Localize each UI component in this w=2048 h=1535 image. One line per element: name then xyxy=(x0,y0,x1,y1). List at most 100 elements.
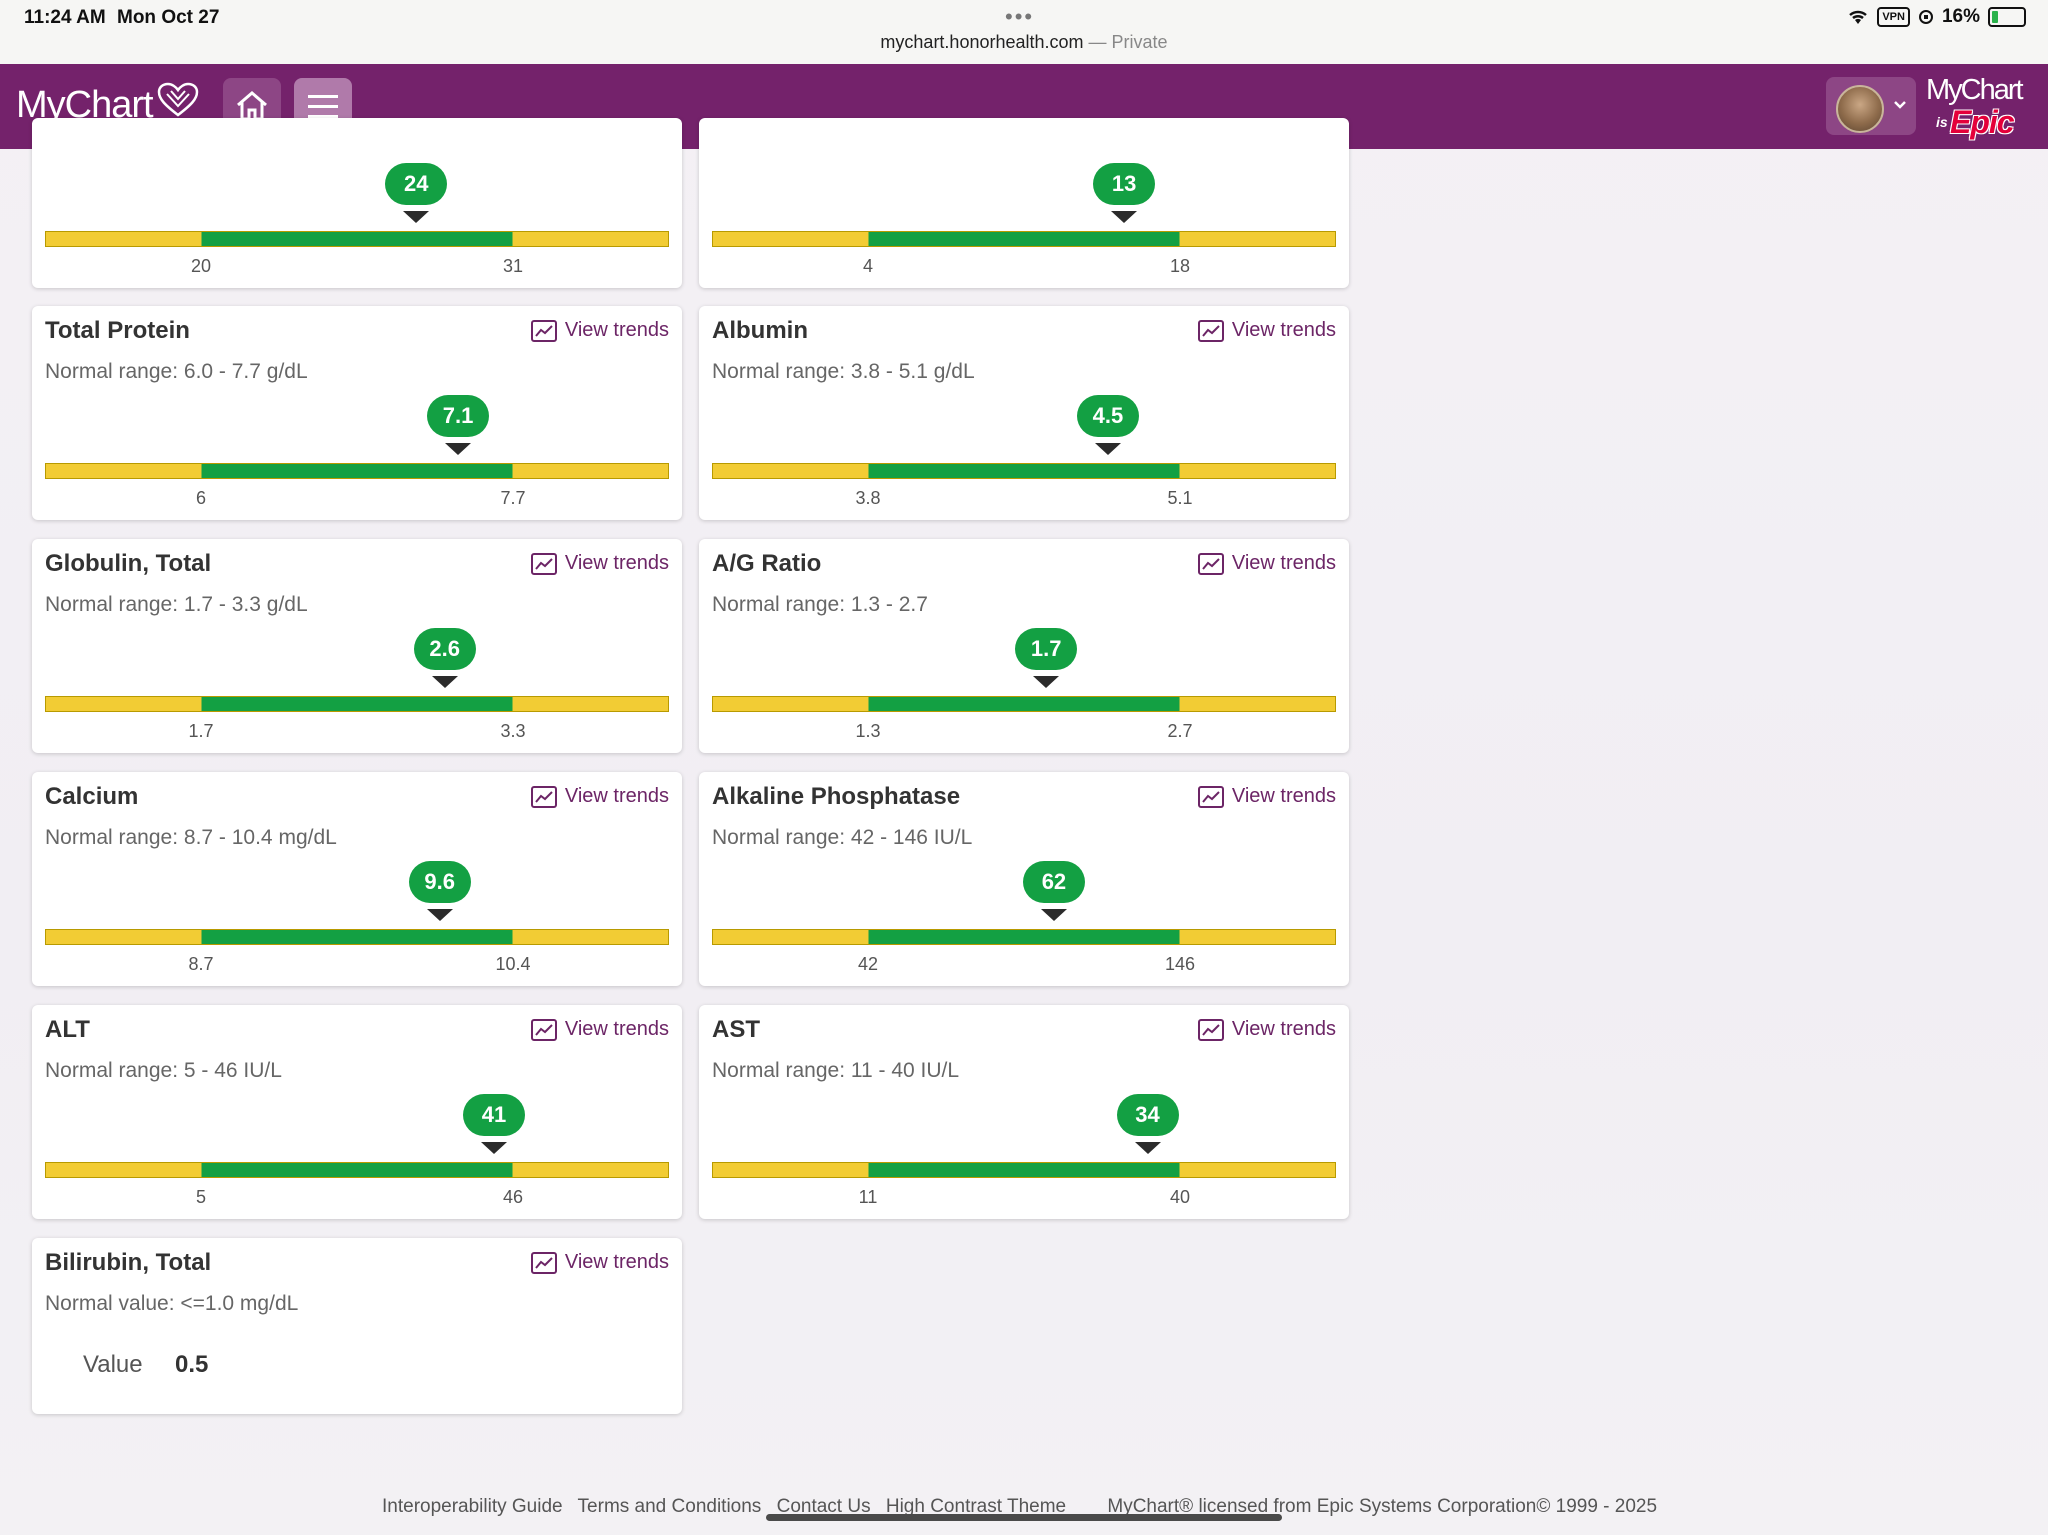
range-low-tick: 20 xyxy=(190,256,212,276)
result-card: Total Protein View trends Normal range: 6.… xyxy=(32,306,682,520)
range-bar xyxy=(712,463,1336,479)
value-marker-arrow xyxy=(480,1142,507,1154)
result-value-bubble: 41 xyxy=(462,1094,525,1136)
result-title: Bilirubin, Total xyxy=(45,1249,212,1276)
view-trends-label: View trends xyxy=(564,1018,669,1040)
result-card: A/G Ratio View trends Normal range: 1.3 - … xyxy=(699,539,1349,753)
view-trends-link[interactable]: View trends xyxy=(1197,552,1336,575)
view-trends-link[interactable]: View trends xyxy=(530,319,669,342)
range-bar xyxy=(45,463,669,479)
result-value: 0.5 xyxy=(175,1351,209,1378)
range-low-tick: 3.8 xyxy=(855,488,881,508)
result-normal-range: Normal range: 1.3 - 2.7 xyxy=(712,593,928,616)
range-bar xyxy=(712,1162,1336,1178)
range-high-tick: 5.1 xyxy=(1167,488,1193,508)
value-marker-arrow xyxy=(1111,211,1138,223)
private-indicator: — Private xyxy=(1088,32,1168,52)
result-normal-range: Normal range: 6.0 - 7.7 g/dL xyxy=(45,360,308,383)
view-trends-link[interactable]: View trends xyxy=(530,785,669,808)
heart-logo-icon xyxy=(157,82,199,117)
range-low-tick: 6 xyxy=(195,488,206,508)
view-trends-link[interactable]: View trends xyxy=(530,1018,669,1041)
result-normal-range: Normal range: 8.7 - 10.4 mg/dL xyxy=(45,826,337,849)
value-marker-arrow xyxy=(1040,909,1067,921)
battery-icon xyxy=(1988,7,2026,27)
view-trends-label: View trends xyxy=(564,552,669,574)
wifi-icon xyxy=(1849,10,1868,24)
result-normal-range: Normal range: 3.8 - 5.1 g/dL xyxy=(712,360,975,383)
trend-chart-icon xyxy=(1197,785,1224,808)
ios-status-bar: 11:24 AM Mon Oct 27 ••• mychart.honorhea… xyxy=(0,0,2048,64)
footer-link-interoperability[interactable]: Interoperability Guide xyxy=(382,1496,563,1517)
result-title: Alkaline Phosphatase xyxy=(712,783,961,810)
result-title: ALT xyxy=(45,1016,90,1043)
range-low-tick: 5 xyxy=(195,1187,206,1207)
view-trends-link[interactable]: View trends xyxy=(1197,1018,1336,1041)
range-high-tick: 10.4 xyxy=(495,954,531,974)
status-time: 11:24 AM xyxy=(24,7,106,28)
value-marker-arrow xyxy=(1134,1142,1161,1154)
result-title: Calcium xyxy=(45,783,139,810)
account-menu-button[interactable] xyxy=(1826,77,1916,135)
result-value-bubble: 13 xyxy=(1093,163,1156,205)
view-trends-label: View trends xyxy=(1231,1018,1336,1040)
view-trends-label: View trends xyxy=(1231,552,1336,574)
range-bar xyxy=(45,929,669,945)
result-title: AST xyxy=(712,1016,760,1043)
result-title: A/G Ratio xyxy=(712,550,822,577)
result-card: 13 4 18 xyxy=(699,118,1349,288)
range-low-tick: 11 xyxy=(858,1187,878,1207)
result-normal-range: Normal range: 1.7 - 3.3 g/dL xyxy=(45,593,308,616)
range-low-tick: 42 xyxy=(857,954,879,974)
value-label: Value xyxy=(83,1351,143,1378)
range-high-tick: 146 xyxy=(1164,954,1196,974)
trend-chart-icon xyxy=(530,785,557,808)
result-card: Calcium View trends Normal range: 8.7 - 10… xyxy=(32,772,682,986)
address-bar[interactable]: mychart.honorhealth.com — Private xyxy=(0,32,2048,53)
result-card: 24 20 31 xyxy=(32,118,682,288)
range-bar xyxy=(712,231,1336,247)
result-card-bilirubin: Bilirubin, Total View trends Normal valu… xyxy=(32,1238,682,1414)
view-trends-link[interactable]: View trends xyxy=(530,1251,669,1274)
trend-chart-icon xyxy=(530,319,557,342)
range-bar xyxy=(45,696,669,712)
result-value-bubble: 9.6 xyxy=(408,861,471,903)
range-low-tick: 1.7 xyxy=(188,721,214,741)
orientation-lock-icon xyxy=(1918,10,1933,24)
result-value-bubble: 34 xyxy=(1116,1094,1179,1136)
range-high-tick: 46 xyxy=(502,1187,524,1207)
view-trends-label: View trends xyxy=(564,1251,669,1273)
result-normal-range: Normal range: 42 - 146 IU/L xyxy=(712,826,973,849)
status-icons: VPN 16% xyxy=(1847,6,2026,28)
range-low-tick: 4 xyxy=(862,256,873,276)
range-high-tick: 7.7 xyxy=(500,488,526,508)
chevron-down-icon xyxy=(1894,101,1906,109)
trend-chart-icon xyxy=(1197,319,1224,342)
range-high-tick: 2.7 xyxy=(1167,721,1193,741)
result-value-bubble: 24 xyxy=(385,163,448,205)
value-marker-arrow xyxy=(1033,676,1060,688)
value-marker-arrow xyxy=(403,211,430,223)
trend-chart-icon xyxy=(530,552,557,575)
tab-more-dots-icon[interactable]: ••• xyxy=(1005,4,1034,30)
result-title: Globulin, Total xyxy=(45,550,212,577)
view-trends-link[interactable]: View trends xyxy=(1197,319,1336,342)
result-normal-range: Normal range: 5 - 46 IU/L xyxy=(45,1059,282,1082)
result-card: Albumin View trends Normal range: 3.8 - 5.… xyxy=(699,306,1349,520)
result-card: ALT View trends Normal range: 5 - 46 IU/L 4… xyxy=(32,1005,682,1219)
value-marker-arrow xyxy=(431,676,458,688)
range-bar xyxy=(45,1162,669,1178)
hamburger-menu-icon xyxy=(308,95,338,118)
range-low-tick: 8.7 xyxy=(188,954,214,974)
result-normal-range: Normal value: <=1.0 mg/dL xyxy=(45,1292,299,1315)
result-card: Alkaline Phosphatase View trends Normal ra… xyxy=(699,772,1349,986)
footer-link-terms[interactable]: Terms and Conditions xyxy=(578,1496,762,1517)
result-value-bubble: 7.1 xyxy=(427,395,490,437)
home-indicator-bar xyxy=(766,1514,1282,1521)
view-trends-link[interactable]: View trends xyxy=(1197,785,1336,808)
range-bar xyxy=(45,231,669,247)
view-trends-link[interactable]: View trends xyxy=(530,552,669,575)
view-trends-label: View trends xyxy=(564,319,669,341)
range-high-tick: 3.3 xyxy=(500,721,526,741)
result-value-bubble: 62 xyxy=(1022,861,1085,903)
